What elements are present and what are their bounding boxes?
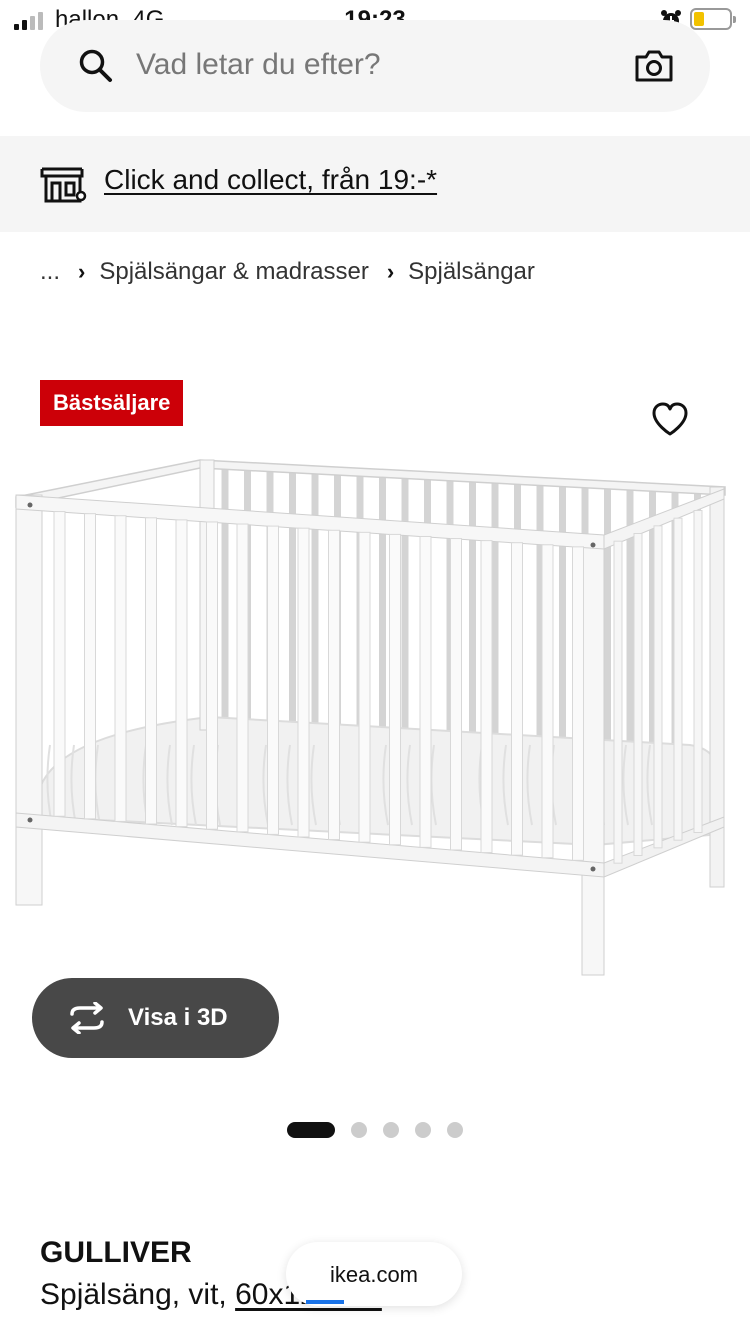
- product-image[interactable]: [10, 445, 750, 985]
- chevron-right-icon: ›: [386, 259, 395, 284]
- battery-icon: [690, 8, 736, 30]
- store-icon: [40, 167, 87, 203]
- breadcrumb: ... › Spjälsängar & madrasser › Spjälsän…: [40, 258, 535, 286]
- chevron-right-icon: ›: [78, 259, 86, 284]
- search-icon: [79, 49, 112, 82]
- breadcrumb-item-cribs[interactable]: Spjälsängar: [408, 258, 535, 286]
- carousel-dot[interactable]: [351, 1122, 367, 1138]
- breadcrumb-item-cribs-mattresses[interactable]: Spjälsängar & madrasser: [99, 258, 368, 286]
- carousel-dot[interactable]: [415, 1122, 431, 1138]
- search-bar[interactable]: Vad letar du efter?: [40, 20, 710, 112]
- camera-icon[interactable]: [634, 48, 674, 84]
- carousel-indicator[interactable]: [287, 1122, 463, 1138]
- carousel-dot[interactable]: [287, 1122, 335, 1138]
- click-collect-link[interactable]: Click and collect, från 19:-*: [104, 164, 437, 196]
- breadcrumb-ellipsis[interactable]: ...: [40, 258, 60, 286]
- click-collect-banner[interactable]: Click and collect, från 19:-*: [0, 136, 750, 232]
- product-description-text: Spjälsäng, vit,: [40, 1278, 236, 1311]
- url-text: ikea.com: [329, 1262, 419, 1287]
- view-3d-button[interactable]: Visa i 3D: [32, 978, 279, 1058]
- page-load-progress: [306, 1300, 344, 1304]
- product-name: GULLIVER: [40, 1236, 192, 1269]
- rotate-3d-icon: [70, 1002, 104, 1034]
- carousel-dot[interactable]: [447, 1122, 463, 1138]
- heart-icon[interactable]: [650, 400, 690, 438]
- browser-url-pill[interactable]: ikea.com: [286, 1242, 462, 1306]
- search-input[interactable]: Vad letar du efter?: [136, 48, 381, 82]
- carousel-dot[interactable]: [383, 1122, 399, 1138]
- view-3d-label: Visa i 3D: [128, 1004, 228, 1031]
- bestseller-badge: Bästsäljare: [40, 380, 184, 426]
